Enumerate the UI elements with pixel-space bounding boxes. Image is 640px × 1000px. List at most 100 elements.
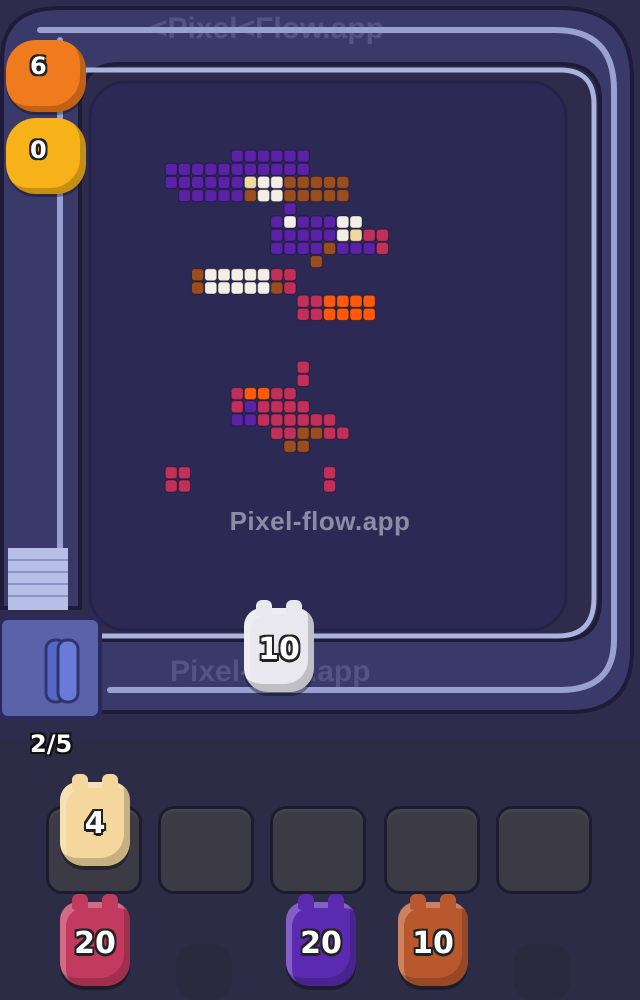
pixel-block: [204, 189, 218, 203]
pixel-block: [257, 149, 271, 163]
pixel-block: [283, 387, 297, 401]
pixel-block: [270, 281, 284, 295]
pixel-block: [243, 162, 257, 176]
slot-2[interactable]: [158, 806, 254, 894]
queue-pig-4-count: 10: [412, 926, 454, 961]
pixel-block: [270, 215, 284, 229]
slot-1-pig[interactable]: 4: [60, 774, 130, 866]
pixel-block: [296, 162, 310, 176]
pixel-block: [336, 228, 350, 242]
pixel-block: [296, 215, 310, 229]
pixel-block: [283, 281, 297, 295]
queue-pig-3-count: 20: [300, 926, 342, 961]
pixel-block: [230, 413, 244, 427]
pixel-block: [243, 268, 257, 282]
pixel-block: [283, 439, 297, 453]
pixel-block: [283, 175, 297, 189]
pixel-block: [243, 175, 257, 189]
slot-5[interactable]: [496, 806, 592, 894]
rail-watermark-top: <Pixel<Flow.app: [150, 12, 384, 45]
pixel-block: [296, 426, 310, 440]
slot-4[interactable]: [384, 806, 480, 894]
pixel-block: [204, 268, 218, 282]
pixel-block: [296, 400, 310, 414]
pixel-block: [362, 241, 376, 255]
queue-pig-3[interactable]: 20: [286, 894, 356, 986]
pixel-block: [309, 413, 323, 427]
pixel-block: [309, 241, 323, 255]
pixel-block: [309, 228, 323, 242]
pixel-block: [257, 387, 271, 401]
pixel-block: [230, 175, 244, 189]
pixel-block: [283, 400, 297, 414]
pixel-block: [230, 281, 244, 295]
pixel-block: [257, 189, 271, 203]
pixel-block: [243, 149, 257, 163]
pixel-block: [336, 175, 350, 189]
pixel-block: [375, 241, 389, 255]
pixel-block: [270, 413, 284, 427]
pixel-block: [283, 413, 297, 427]
pixel-block: [309, 189, 323, 203]
queue-empty-5: [514, 944, 570, 1000]
pixel-block: [283, 149, 297, 163]
pixel-block: [296, 373, 310, 387]
pixel-block: [177, 175, 191, 189]
queue-pig-1[interactable]: 20: [60, 894, 130, 986]
pixel-block: [217, 162, 231, 176]
pixel-block: [323, 479, 337, 493]
pixel-block: [375, 228, 389, 242]
pixel-block: [191, 268, 205, 282]
pixel-block: [309, 215, 323, 229]
pixel-block: [217, 268, 231, 282]
pixel-block: [283, 215, 297, 229]
pixel-block: [296, 175, 310, 189]
pixel-block: [323, 426, 337, 440]
pixel-block: [230, 189, 244, 203]
pixel-block: [191, 162, 205, 176]
pixel-block: [217, 189, 231, 203]
pixel-block: [296, 149, 310, 163]
pixel-block: [296, 413, 310, 427]
queue-empty-2: [176, 944, 232, 1000]
pixel-block: [204, 162, 218, 176]
pixel-block: [270, 387, 284, 401]
pixel-block: [164, 175, 178, 189]
pixel-block: [283, 241, 297, 255]
orange-hand[interactable]: 6: [6, 40, 86, 112]
pixel-block: [336, 241, 350, 255]
orange-hand-count: 6: [30, 52, 47, 80]
pixel-block: [336, 307, 350, 321]
pixel-block: [270, 268, 284, 282]
pixel-block: [323, 175, 337, 189]
pixel-block: [230, 162, 244, 176]
pixel-block: [336, 426, 350, 440]
pixel-block: [283, 202, 297, 216]
pixel-block: [323, 294, 337, 308]
pixel-block: [309, 307, 323, 321]
pixel-block: [283, 228, 297, 242]
pixel-block: [243, 281, 257, 295]
slot-3[interactable]: [270, 806, 366, 894]
pixel-block: [230, 268, 244, 282]
pixel-block: [270, 175, 284, 189]
pixel-block: [270, 149, 284, 163]
belt-pig[interactable]: 10: [244, 600, 314, 692]
pixel-block: [230, 149, 244, 163]
pixel-block: [177, 189, 191, 203]
pixel-block: [296, 228, 310, 242]
yellow-hand[interactable]: 0: [6, 118, 86, 194]
queue-pig-4[interactable]: 10: [398, 894, 468, 986]
conveyor-capacity: 2/5: [30, 730, 73, 758]
pixel-block: [270, 426, 284, 440]
pixel-block: [257, 162, 271, 176]
pixel-block: [296, 241, 310, 255]
pixel-block: [257, 268, 271, 282]
pixel-block: [323, 189, 337, 203]
pixel-block: [309, 294, 323, 308]
pixel-block: [336, 215, 350, 229]
exit-ramp: [8, 548, 68, 610]
pixel-block: [349, 215, 363, 229]
pixel-block: [230, 387, 244, 401]
pixel-block: [323, 466, 337, 480]
